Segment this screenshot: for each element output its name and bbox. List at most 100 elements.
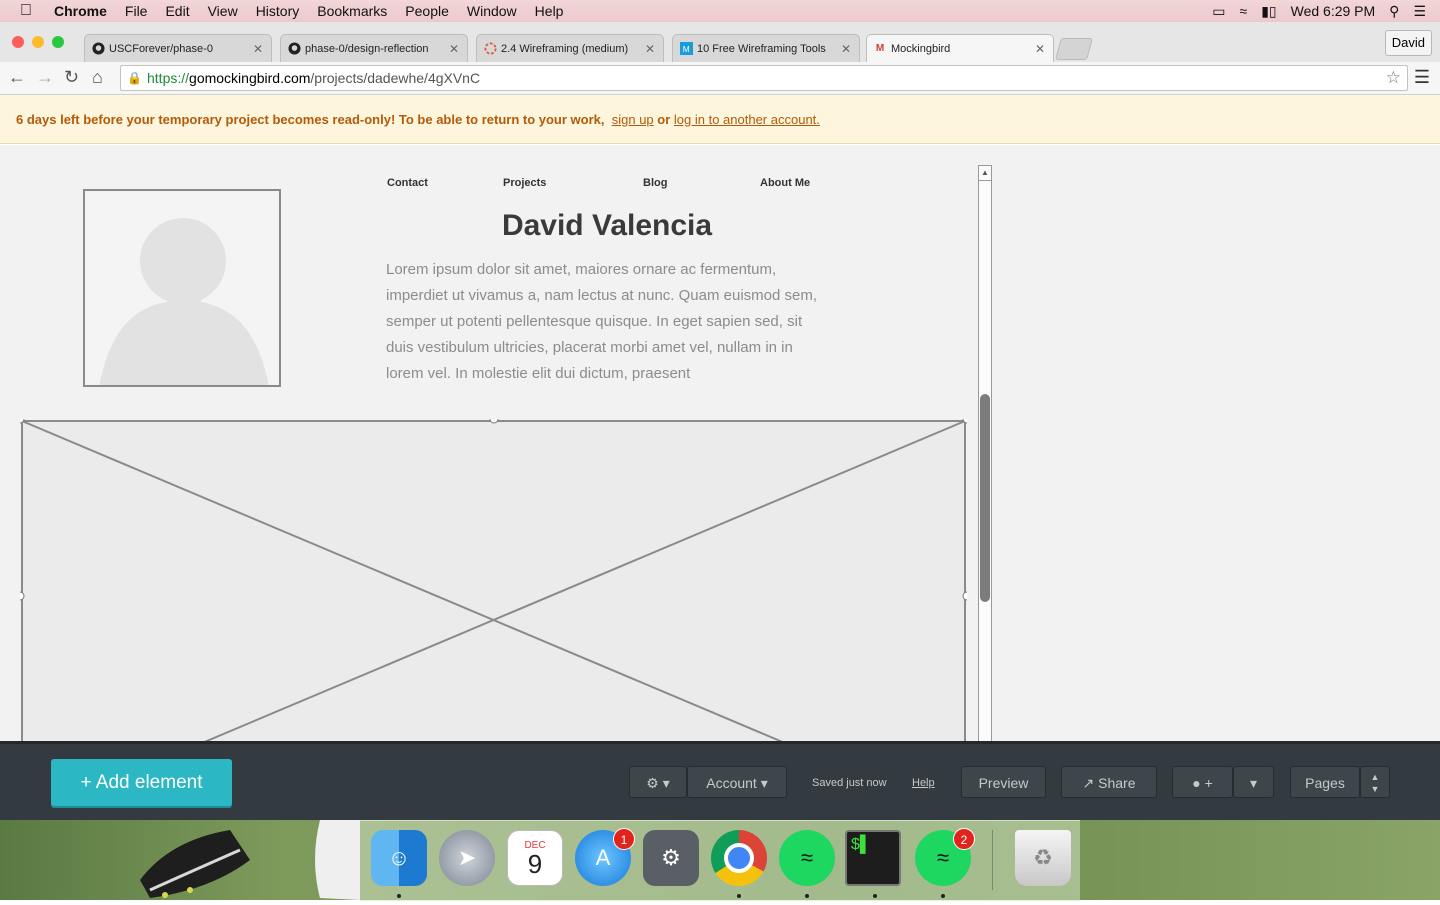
running-indicator [941,894,945,898]
tab-design-reflection[interactable]: phase-0/design-reflection ✕ [280,34,468,62]
trash-icon[interactable]: ♻ [1015,830,1071,886]
airplay-icon[interactable]: ▭ [1212,3,1225,20]
window-close-button[interactable] [12,36,24,48]
github-icon [91,42,105,56]
url-scheme: https:// [147,70,190,86]
tab-close-icon[interactable]: ✕ [839,42,853,56]
menu-view[interactable]: View [208,3,238,19]
account-dropdown-button[interactable]: Account ▾ [687,766,787,798]
tab-mockingbird[interactable]: M Mockingbird ✕ [866,34,1054,62]
battery-icon[interactable]: ▮▯ [1261,3,1276,20]
tab-title: Mockingbird [891,42,951,55]
menu-clock[interactable]: Wed 6:29 PM [1291,3,1376,19]
preview-button[interactable]: Preview [961,766,1046,798]
scroll-up-arrow-icon[interactable]: ▲ [979,166,991,181]
loading-spinner-icon [483,42,497,56]
url-host: gomockingbird.com [189,70,311,86]
pages-stepper[interactable]: ▲ ▼ [1360,766,1390,798]
scrollbar-thumb[interactable] [980,394,990,602]
terminal-icon[interactable]: $▌ [845,830,901,886]
back-icon[interactable]: ← [8,67,26,88]
profile-photo-placeholder[interactable] [83,189,281,387]
window-minimize-button[interactable] [32,36,44,48]
window-zoom-button[interactable] [52,36,64,48]
nav-projects[interactable]: Projects [503,177,546,189]
tab-close-icon[interactable]: ✕ [251,42,265,56]
apple-icon[interactable]:  [20,2,40,20]
spotlight-icon[interactable]: ⚲ [1389,3,1399,20]
caret-down-icon: ▾ [1249,775,1258,791]
sign-up-link[interactable]: sign up [612,112,654,127]
log-in-link[interactable]: log in to another account. [674,112,820,127]
tab-title: 10 Free Wireframing Tools [697,42,826,55]
add-comment-button[interactable]: ● + [1172,766,1233,798]
finder-icon[interactable]: ☺ [371,830,427,886]
tab-close-icon[interactable]: ✕ [447,42,461,56]
notification-center-icon[interactable]: ☰ [1413,3,1426,20]
system-preferences-icon[interactable]: ⚙ [643,830,699,886]
new-tab-button[interactable] [1055,38,1093,60]
site-m-icon: M [679,42,693,56]
menu-window[interactable]: Window [467,3,517,19]
tab-title: phase-0/design-reflection [305,42,429,55]
mockup-canvas[interactable]: Contact Projects Blog About Me David Val… [0,145,1440,741]
wifi-icon[interactable]: ≈ [1240,3,1248,19]
spotify-badge: 2 [953,828,975,850]
menu-app-name[interactable]: Chrome [54,3,107,19]
chrome-menu-icon[interactable]: ☰ [1414,67,1430,88]
account-label: Account [706,775,757,791]
share-button[interactable]: ↗ Share [1061,766,1157,798]
address-bar[interactable]: 🔒 https://gomockingbird.com/projects/dad… [120,65,1408,91]
profile-button[interactable]: David [1384,30,1432,56]
image-placeholder[interactable] [20,419,967,741]
tab-wireframing-tools[interactable]: M 10 Free Wireframing Tools ✕ [672,34,860,62]
nav-about-me[interactable]: About Me [760,177,810,189]
nav-blog[interactable]: Blog [643,177,667,189]
chevron-down-icon[interactable]: ▼ [1371,784,1380,794]
home-icon[interactable]: ⌂ [92,67,103,88]
forward-icon[interactable]: → [36,67,54,88]
menu-edit[interactable]: Edit [165,3,189,19]
tab-title: USCForever/phase-0 [109,42,213,55]
nav-contact[interactable]: Contact [387,177,428,189]
page-heading[interactable]: David Valencia [386,209,828,243]
menu-history[interactable]: History [256,3,300,19]
chevron-up-icon[interactable]: ▲ [1371,772,1380,782]
settings-dropdown-button[interactable]: ⚙ ▾ [629,766,687,798]
add-element-button[interactable]: + Add element [51,759,232,806]
spotify-icon[interactable]: ≈ [779,830,835,886]
tab-close-icon[interactable]: ✕ [1033,42,1047,56]
bookmark-star-icon[interactable]: ☆ [1386,66,1401,90]
tab-close-icon[interactable]: ✕ [643,42,657,56]
caret-down-icon: ▾ [662,775,670,791]
bio-paragraph[interactable]: Lorem ipsum dolor sit amet, maiores orna… [386,257,826,387]
menu-people[interactable]: People [405,3,449,19]
menu-file[interactable]: File [125,3,148,19]
menu-help[interactable]: Help [535,3,564,19]
resize-handle[interactable] [962,591,967,601]
banner-message: 6 days left before your temporary projec… [16,112,605,127]
comment-dropdown-button[interactable]: ▾ [1233,766,1274,798]
person-silhouette-icon [99,218,269,385]
resize-handle[interactable] [20,591,25,601]
gear-icon: ⚙ [646,775,659,791]
browser-tab-strip: USCForever/phase-0 ✕ phase-0/design-refl… [0,22,1440,63]
chrome-icon[interactable] [711,830,767,886]
help-link[interactable]: Help [912,777,935,789]
running-indicator [873,894,877,898]
github-icon [287,42,301,56]
calendar-icon[interactable]: DEC 9 [507,830,563,886]
menu-bookmarks[interactable]: Bookmarks [317,3,387,19]
banner-or: or [657,112,671,127]
tab-usc-forever[interactable]: USCForever/phase-0 ✕ [84,34,272,62]
launchpad-icon[interactable]: ➤ [439,830,495,886]
address-url[interactable]: https://gomockingbird.com/projects/dadew… [147,66,480,90]
share-icon: ↗ [1082,775,1095,791]
pages-button[interactable]: Pages [1290,766,1360,798]
reload-icon[interactable]: ↻ [64,67,79,88]
resize-handle[interactable] [489,419,499,424]
comment-icon: ● [1192,775,1201,791]
tab-wireframing[interactable]: 2.4 Wireframing (medium) ✕ [476,34,664,62]
lock-icon: 🔒 [127,71,142,85]
mockup-scrollbar[interactable]: ▲ [978,165,992,741]
